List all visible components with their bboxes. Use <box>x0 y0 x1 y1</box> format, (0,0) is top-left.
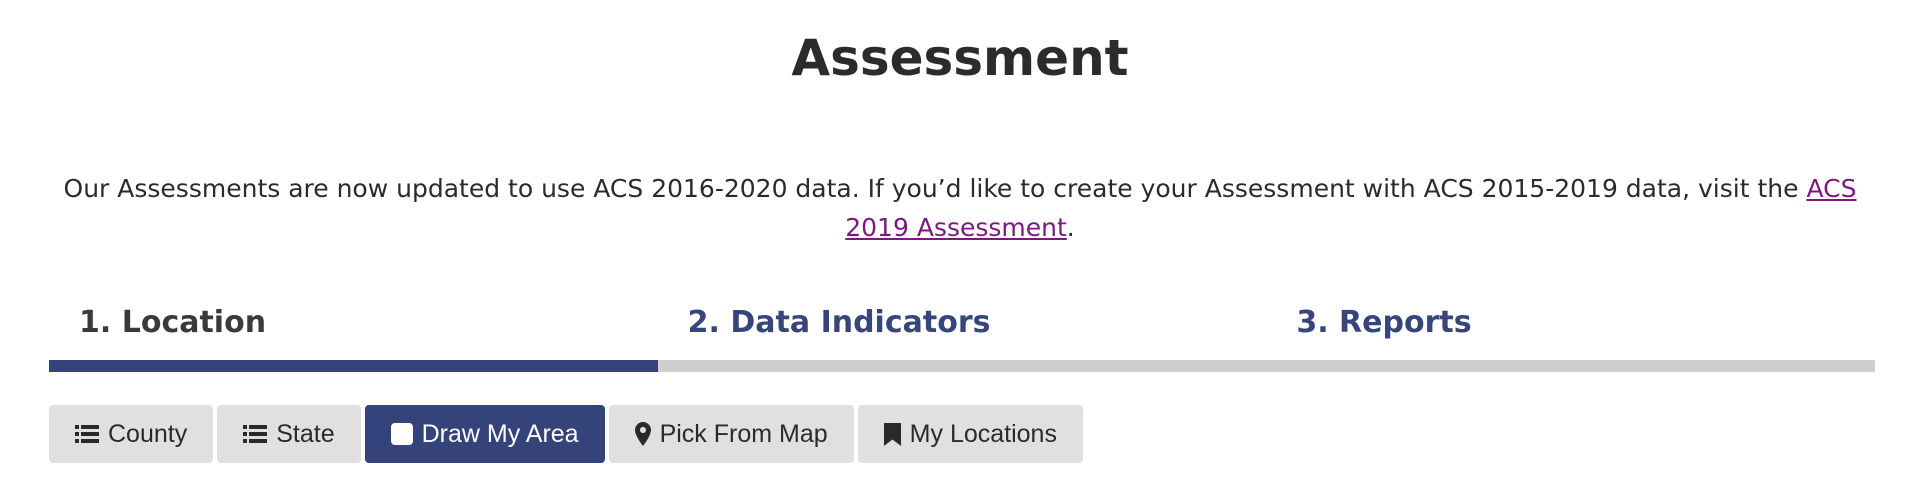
my-locations-button[interactable]: My Locations <box>857 405 1083 463</box>
tab-location[interactable]: 1. Location <box>49 298 658 372</box>
county-button-label: County <box>108 419 188 448</box>
tab-data-indicators-indicator <box>657 360 1267 372</box>
assessment-steps-tabs: 1. Location 2. Data Indicators 3. Report… <box>49 298 1876 372</box>
county-button[interactable]: County <box>49 405 214 463</box>
list-icon <box>243 424 268 444</box>
square-icon <box>390 423 413 445</box>
map-marker-icon <box>634 422 651 446</box>
draw-my-area-button-label: Draw My Area <box>421 419 579 448</box>
tab-location-label: 1. Location <box>79 305 267 340</box>
tab-reports[interactable]: 3. Reports <box>1266 298 1876 372</box>
bookmark-icon <box>883 422 901 446</box>
pick-from-map-button[interactable]: Pick From Map <box>608 405 854 463</box>
list-icon <box>75 424 99 444</box>
page-title: Assessment <box>791 29 1129 87</box>
state-button[interactable]: State <box>217 405 361 463</box>
tab-reports-indicator <box>1266 360 1876 372</box>
tab-data-indicators-label: 2. Data Indicators <box>687 305 991 340</box>
pick-from-map-button-label: Pick From Map <box>659 419 828 448</box>
state-button-label: State <box>276 419 335 448</box>
draw-my-area-button[interactable]: Draw My Area <box>364 405 605 463</box>
my-locations-button-label: My Locations <box>909 419 1057 448</box>
notice-text: Our Assessments are now updated to use A… <box>63 174 1807 203</box>
notice-trailing: . <box>1066 213 1075 242</box>
tab-data-indicators[interactable]: 2. Data Indicators <box>657 298 1267 372</box>
update-notice: Our Assessments are now updated to use A… <box>40 169 1880 247</box>
tab-reports-label: 3. Reports <box>1296 305 1472 340</box>
tab-location-indicator <box>49 360 658 372</box>
location-type-buttons: County State Draw My Area Pick From Map … <box>49 405 1083 463</box>
